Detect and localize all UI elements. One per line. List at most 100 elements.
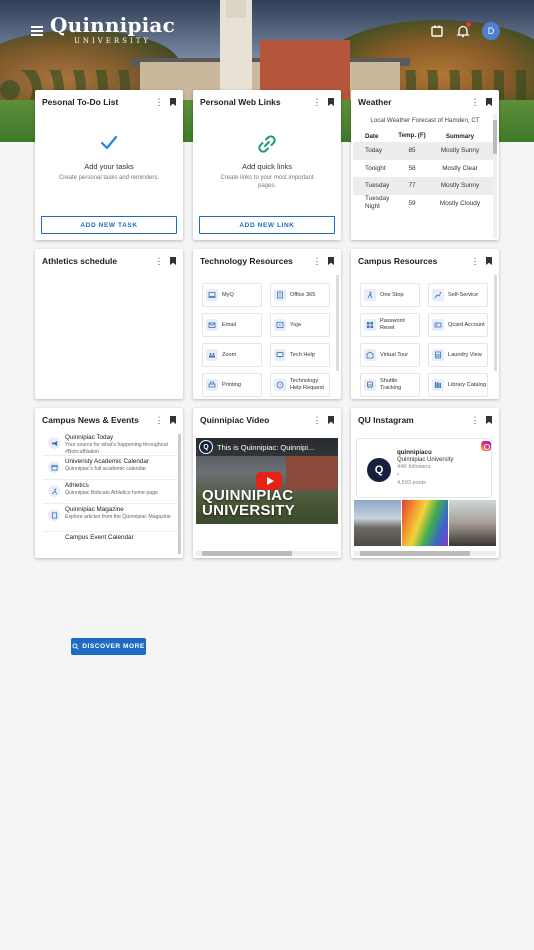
tile-label: Zoom [222,351,237,358]
calendar-icon [48,461,60,473]
calendar-icon[interactable] [430,24,444,38]
notification-bell-icon[interactable] [456,22,471,38]
card-title: Technology Resources [200,256,293,266]
more-options-icon[interactable]: ⋮ [312,257,322,266]
tile-tech-help-request[interactable]: ? Technology Help Request [270,373,330,397]
tile-laundry-view[interactable]: Laundry View [428,343,488,367]
news-item-academic-calendar[interactable]: Univeristy Academic Calendar Quinnipiac's… [43,456,177,480]
bookmark-icon[interactable] [170,98,176,106]
news-list: Quinnipiac Today Your source for what's h… [35,432,177,556]
tile-myq[interactable]: MyQ [202,283,262,307]
tile-label: Tech Help [290,351,315,358]
menu-icon[interactable] [31,26,43,36]
empty-state: Add quick links Create links to your mos… [193,114,341,190]
instagram-logo-icon[interactable] [481,441,491,451]
tile-password-reset[interactable]: Password Reset [360,313,420,337]
row-date: Tuesday Night [365,195,390,211]
tile-label: Technology Help Request [290,378,324,391]
bookmark-icon[interactable] [486,416,492,424]
news-item-event-calendar[interactable]: Campus Event Calendar [43,532,177,556]
news-title: Quinnipiac Today [65,434,114,441]
news-item-magazine[interactable]: Quinnipiac Magazine Explore articles from… [43,504,177,532]
more-options-icon[interactable]: ⋮ [470,416,480,425]
campus-tile-grid: One Stop Self-Service Password Reset Qca… [360,283,488,397]
add-new-task-button[interactable]: ADD NEW TASK [41,216,177,234]
card-header: Personal Web Links ⋮ [193,90,341,114]
tile-library-catalog[interactable]: Library Catalog [428,373,488,397]
news-item-athletics[interactable]: Athletics Quinnipiac Bobcats Athletics ho… [43,480,177,504]
tile-office-365[interactable]: Office 365 [270,283,330,307]
add-new-link-button[interactable]: ADD NEW LINK [199,216,335,234]
megaphone-icon [48,437,60,449]
news-scrollbar[interactable] [178,434,181,554]
checkmark-icon [35,134,183,156]
university-logo[interactable]: Quinnipiac UNIVERSITY [50,14,175,46]
bus-icon [364,379,376,391]
tile-zoom[interactable]: Zoom [202,343,262,367]
building-icon [364,349,376,361]
instagram-profile[interactable]: Q quinnipiacu Quinnipiac University 44K … [356,438,492,498]
svg-text:?: ? [279,383,282,388]
logo-sub-text: UNIVERSITY [73,37,152,45]
bookmark-icon[interactable] [170,257,176,265]
video-title: This is Quinnipiac: Quinnipi... [217,442,315,452]
tile-label: Yuja [290,321,301,328]
monitor-icon [274,349,286,361]
tile-email[interactable]: Email [202,313,262,337]
bookmark-icon[interactable] [328,257,334,265]
more-options-icon[interactable]: ⋮ [312,416,322,425]
grid-icon [364,319,376,331]
link-icon [193,134,341,156]
more-options-icon[interactable]: ⋮ [470,257,480,266]
discover-more-button[interactable]: DISCOVER MORE [71,638,146,655]
id-card-icon [432,319,444,331]
row-temp: 59 [408,199,416,207]
row-temp: 77 [397,177,427,195]
user-avatar[interactable]: D [482,22,500,40]
bookmark-icon[interactable] [328,98,334,106]
news-item-quinnipiac-today[interactable]: Quinnipiac Today Your source for what's h… [43,432,177,456]
tile-label: Library Catalog [448,381,486,388]
tech-scrollbar[interactable] [336,275,339,371]
logo-main-text: Quinnipiac [50,13,175,37]
video-player[interactable]: Q This is Quinnipiac: Quinnipi... QUINNI… [196,438,338,524]
campus-scrollbar[interactable] [494,275,497,371]
tile-shuttle-tracking[interactable]: Shuttle Tracking [360,373,420,397]
more-options-icon[interactable]: ⋮ [470,98,480,107]
bookmark-icon[interactable] [486,98,492,106]
card-title: Campus News & Events [42,415,139,425]
tile-qcard-account[interactable]: Qcard Account [428,313,488,337]
card-header: QU Instagram ⋮ [351,408,499,432]
bookmark-icon[interactable] [170,416,176,424]
instagram-scrollbar[interactable] [354,551,496,556]
tile-yuja[interactable]: Yuja [270,313,330,337]
row-date: Today [353,142,397,160]
tile-self-service[interactable]: Self-Service [428,283,488,307]
card-header: Pesonal To-Do List ⋮ [35,90,183,114]
instagram-photo[interactable] [354,500,401,546]
video-scrollbar[interactable] [196,551,338,556]
bookmark-icon[interactable] [328,416,334,424]
top-icon-bar: D [430,22,500,40]
bookmark-icon[interactable] [486,257,492,265]
more-options-icon[interactable]: ⋮ [312,98,322,107]
instagram-separator: • [397,472,399,478]
video-player-icon [274,319,286,331]
instagram-photo[interactable] [449,500,497,546]
row-date: Tuesday [353,177,397,195]
instagram-photo-strip [354,500,497,546]
row-summary: Mostly Clear [442,164,478,172]
weather-row: Tuesday Night 59 Mostly Cloudy [353,195,493,213]
more-options-icon[interactable]: ⋮ [154,257,164,266]
more-options-icon[interactable]: ⋮ [154,416,164,425]
tile-virtual-tour[interactable]: Virtual Tour [360,343,420,367]
tile-one-stop[interactable]: One Stop [360,283,420,307]
instagram-photo[interactable] [401,500,449,546]
tile-label: Laundry View [448,351,482,358]
tile-printing[interactable]: Printing [202,373,262,397]
office-icon [274,289,286,301]
weather-scrollbar[interactable] [493,114,497,238]
more-options-icon[interactable]: ⋮ [154,98,164,107]
tile-tech-help[interactable]: Tech Help [270,343,330,367]
card-title: Personal Web Links [200,97,281,107]
